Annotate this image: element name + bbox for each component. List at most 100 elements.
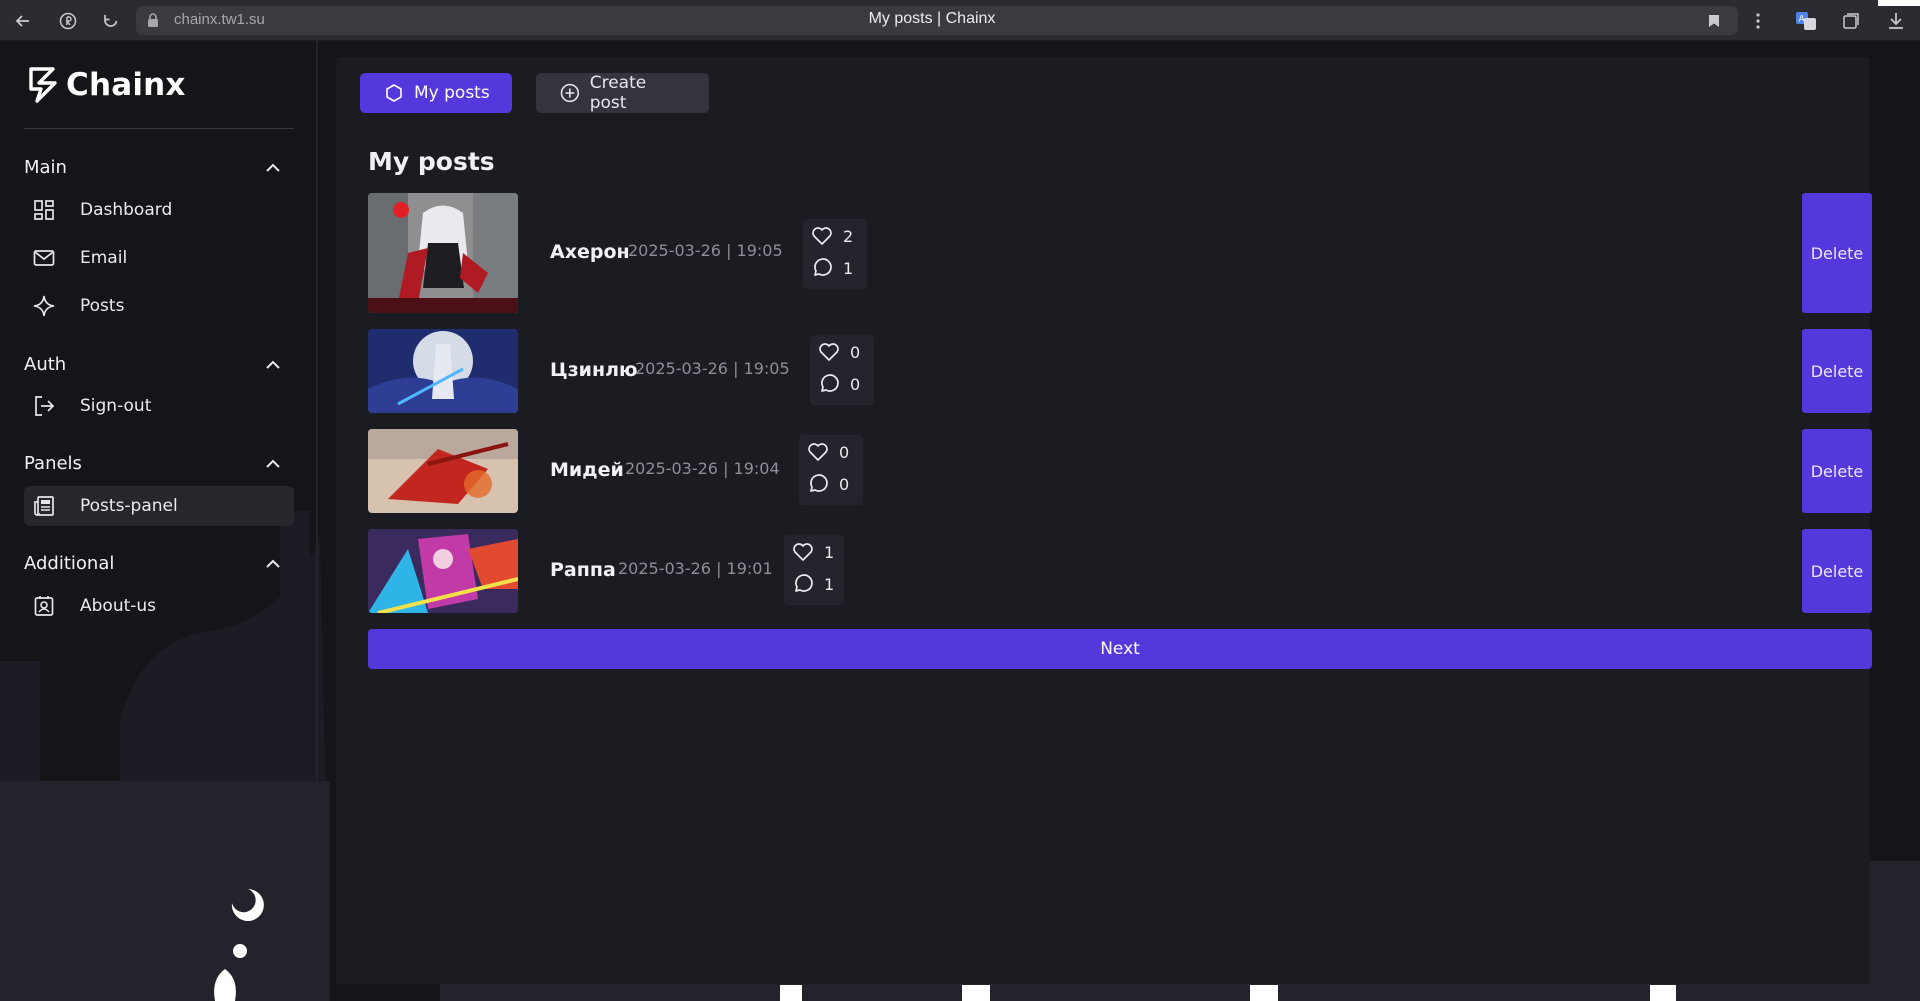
chainx-logo-icon (29, 67, 57, 103)
tab-create-post-label: Create post (589, 73, 647, 113)
heart-icon (808, 443, 828, 461)
bookmark-icon[interactable] (1702, 9, 1726, 33)
post-date: 2025-03-26 | 19:05 (628, 241, 783, 260)
browser-toolbar: chainx.tw1.su My posts | Chainx A (0, 0, 1920, 41)
heart-icon (812, 227, 832, 245)
sidebar-item-posts-panel[interactable]: Posts-panel (24, 486, 294, 526)
post-title[interactable]: Цзинлю (550, 359, 638, 381)
post-title[interactable]: Мидей (550, 459, 624, 481)
chevron-up-icon[interactable] (264, 455, 282, 473)
sidebar-item-label: Posts (80, 296, 125, 316)
post-row: Цзинлю 2025-03-26 | 19:05 0 0 Delete (368, 329, 1872, 413)
comments-stat[interactable]: 0 (818, 373, 860, 395)
section-additional-header[interactable]: Additional (24, 553, 282, 574)
likes-stat[interactable]: 1 (792, 541, 834, 563)
comments-count: 1 (824, 574, 835, 594)
likes-stat[interactable]: 2 (811, 225, 853, 247)
chevron-up-icon[interactable] (264, 555, 282, 573)
comments-stat[interactable]: 1 (792, 573, 834, 595)
post-thumbnail[interactable] (368, 329, 518, 413)
comment-icon (821, 374, 839, 392)
post-stats: 0 0 (810, 335, 874, 405)
section-main-label: Main (24, 157, 67, 178)
plus-circle-icon (560, 83, 580, 103)
next-page-button[interactable]: Next (368, 629, 1872, 669)
section-additional-label: Additional (24, 553, 115, 574)
sidebar-item-about-us[interactable]: About-us (24, 586, 294, 626)
post-stats: 2 1 (803, 219, 867, 289)
sidebar-item-email[interactable]: Email (24, 238, 294, 278)
post-date: 2025-03-26 | 19:04 (625, 459, 780, 478)
comments-count: 1 (843, 258, 854, 278)
svg-text:A: A (1799, 15, 1806, 25)
comments-stat[interactable]: 1 (811, 257, 853, 279)
comments-count: 0 (850, 374, 861, 394)
sidebar-item-posts[interactable]: Posts (24, 286, 294, 326)
delete-button[interactable]: Delete (1802, 529, 1872, 613)
post-thumbnail[interactable] (368, 529, 518, 613)
contact-card-icon (31, 593, 57, 619)
post-row: Раппа 2025-03-26 | 19:01 1 1 Delete (368, 529, 1872, 613)
post-thumbnail[interactable] (368, 193, 518, 313)
sidebar-item-label: About-us (80, 596, 157, 616)
newspaper-icon (31, 493, 57, 519)
likes-stat[interactable]: 0 (807, 441, 849, 463)
sidebar-item-label: Sign-out (80, 396, 152, 416)
brand-logo[interactable]: Chainx (28, 65, 186, 105)
delete-button[interactable]: Delete (1802, 193, 1872, 313)
post-thumbnail[interactable] (368, 429, 518, 513)
likes-count: 2 (843, 226, 854, 246)
brand-name: Chainx (66, 67, 186, 103)
tab-my-posts[interactable]: My posts (360, 73, 512, 113)
post-title[interactable]: Ахерон (550, 241, 630, 263)
tab-my-posts-label: My posts (414, 83, 490, 103)
main-panel: My posts Create post My posts Ахерон 202… (336, 57, 1872, 984)
translate-icon[interactable]: A (1794, 9, 1818, 33)
section-panels-header[interactable]: Panels (24, 453, 282, 474)
comments-count: 0 (839, 474, 850, 494)
sign-out-icon (31, 393, 57, 419)
tab-create-post[interactable]: Create post (536, 73, 709, 113)
comments-stat[interactable]: 0 (807, 473, 849, 495)
heart-icon (793, 543, 813, 561)
post-row: Мидей 2025-03-26 | 19:04 0 0 Delete (368, 429, 1872, 513)
sidebar-item-label: Posts-panel (80, 496, 178, 516)
sidebar-item-sign-out[interactable]: Sign-out (24, 386, 294, 426)
section-auth-label: Auth (24, 354, 67, 375)
section-auth-header[interactable]: Auth (24, 354, 282, 375)
section-panels-label: Panels (24, 453, 82, 474)
comment-icon (795, 574, 813, 592)
section-main-header[interactable]: Main (24, 157, 282, 178)
page-tab-title: My posts | Chainx (868, 10, 996, 27)
sidebar-item-label: Dashboard (80, 200, 173, 220)
chevron-up-icon[interactable] (264, 159, 282, 177)
delete-button[interactable]: Delete (1802, 329, 1872, 413)
post-date: 2025-03-26 | 19:05 (635, 359, 790, 378)
more-menu-icon[interactable] (1746, 9, 1770, 33)
comment-icon (810, 474, 828, 492)
sidebar-item-label: Email (80, 248, 128, 268)
likes-count: 0 (850, 342, 861, 362)
sidebar-item-dashboard[interactable]: Dashboard (24, 190, 294, 230)
post-stats: 0 0 (799, 435, 863, 505)
collections-icon[interactable] (1839, 9, 1863, 33)
sidebar-divider (24, 128, 294, 129)
likes-count: 1 (824, 542, 835, 562)
page-title: My posts (368, 147, 495, 176)
download-icon[interactable] (1884, 9, 1908, 33)
chevron-up-icon[interactable] (264, 356, 282, 374)
sparkle-icon (31, 293, 57, 319)
dashboard-icon (31, 197, 57, 223)
heart-icon (819, 343, 839, 361)
post-stats: 1 1 (784, 535, 844, 605)
mail-icon (31, 245, 57, 271)
comment-icon (814, 258, 832, 276)
post-title[interactable]: Раппа (550, 559, 616, 581)
sidebar: Chainx Main Dashboard Email Posts Auth S… (0, 41, 318, 1001)
likes-count: 0 (839, 442, 850, 462)
likes-stat[interactable]: 0 (818, 341, 860, 363)
delete-button[interactable]: Delete (1802, 429, 1872, 513)
post-row: Ахерон 2025-03-26 | 19:05 2 1 Delete (368, 193, 1872, 313)
post-date: 2025-03-26 | 19:01 (618, 559, 773, 578)
window-corner (1878, 0, 1920, 6)
